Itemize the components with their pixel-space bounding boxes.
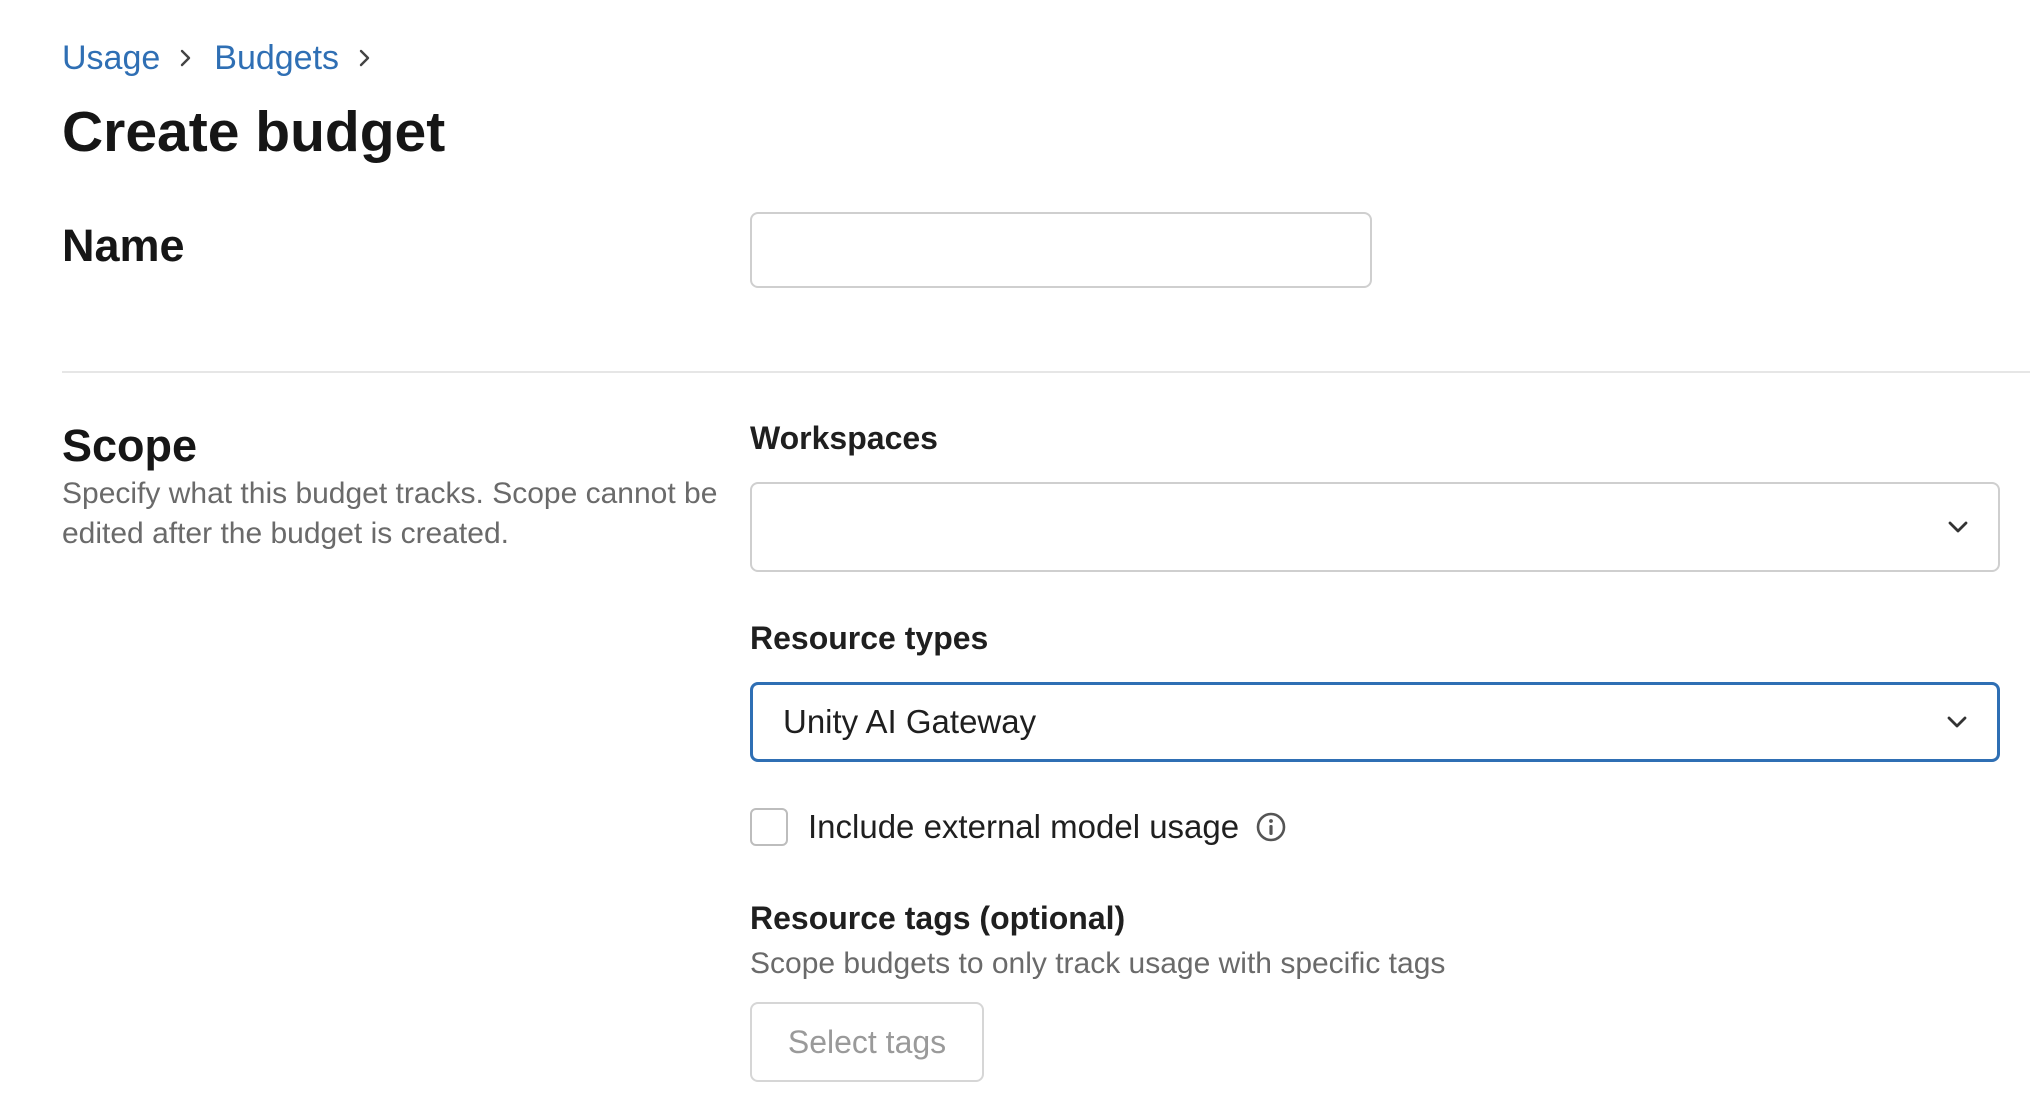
info-icon[interactable] [1255, 811, 1287, 843]
breadcrumb-usage-link[interactable]: Usage [62, 36, 160, 80]
external-usage-row: Include external model usage [750, 806, 1287, 848]
breadcrumb-budgets-link[interactable]: Budgets [214, 36, 339, 80]
workspaces-label: Workspaces [750, 420, 938, 456]
external-usage-label[interactable]: Include external model usage [808, 808, 1239, 846]
scope-section-description: Specify what this budget tracks. Scope c… [62, 477, 718, 550]
resource-types-selected-value: Unity AI Gateway [783, 703, 1037, 740]
chevron-down-icon [1948, 521, 1968, 533]
page-title: Create budget [62, 100, 446, 164]
section-divider [62, 371, 2030, 373]
scope-section-label: Scope [62, 420, 198, 471]
chevron-right-icon [339, 36, 393, 80]
resource-tags-description: Scope budgets to only track usage with s… [750, 947, 1446, 980]
chevron-down-icon [1947, 716, 1967, 728]
create-budget-page: Usage Budgets Create budget Name Scope S… [0, 0, 2030, 1108]
resource-types-select[interactable]: Unity AI Gateway [750, 682, 2000, 762]
breadcrumb: Usage Budgets [62, 36, 393, 80]
name-section-label: Name [62, 220, 185, 271]
resource-types-label: Resource types [750, 620, 989, 656]
resource-tags-label: Resource tags (optional) [750, 900, 1126, 936]
external-usage-checkbox[interactable] [750, 808, 788, 846]
budget-name-input[interactable] [750, 212, 1372, 288]
workspaces-select[interactable] [750, 482, 2000, 572]
chevron-right-icon [160, 36, 214, 80]
select-tags-button[interactable]: Select tags [750, 1002, 984, 1082]
